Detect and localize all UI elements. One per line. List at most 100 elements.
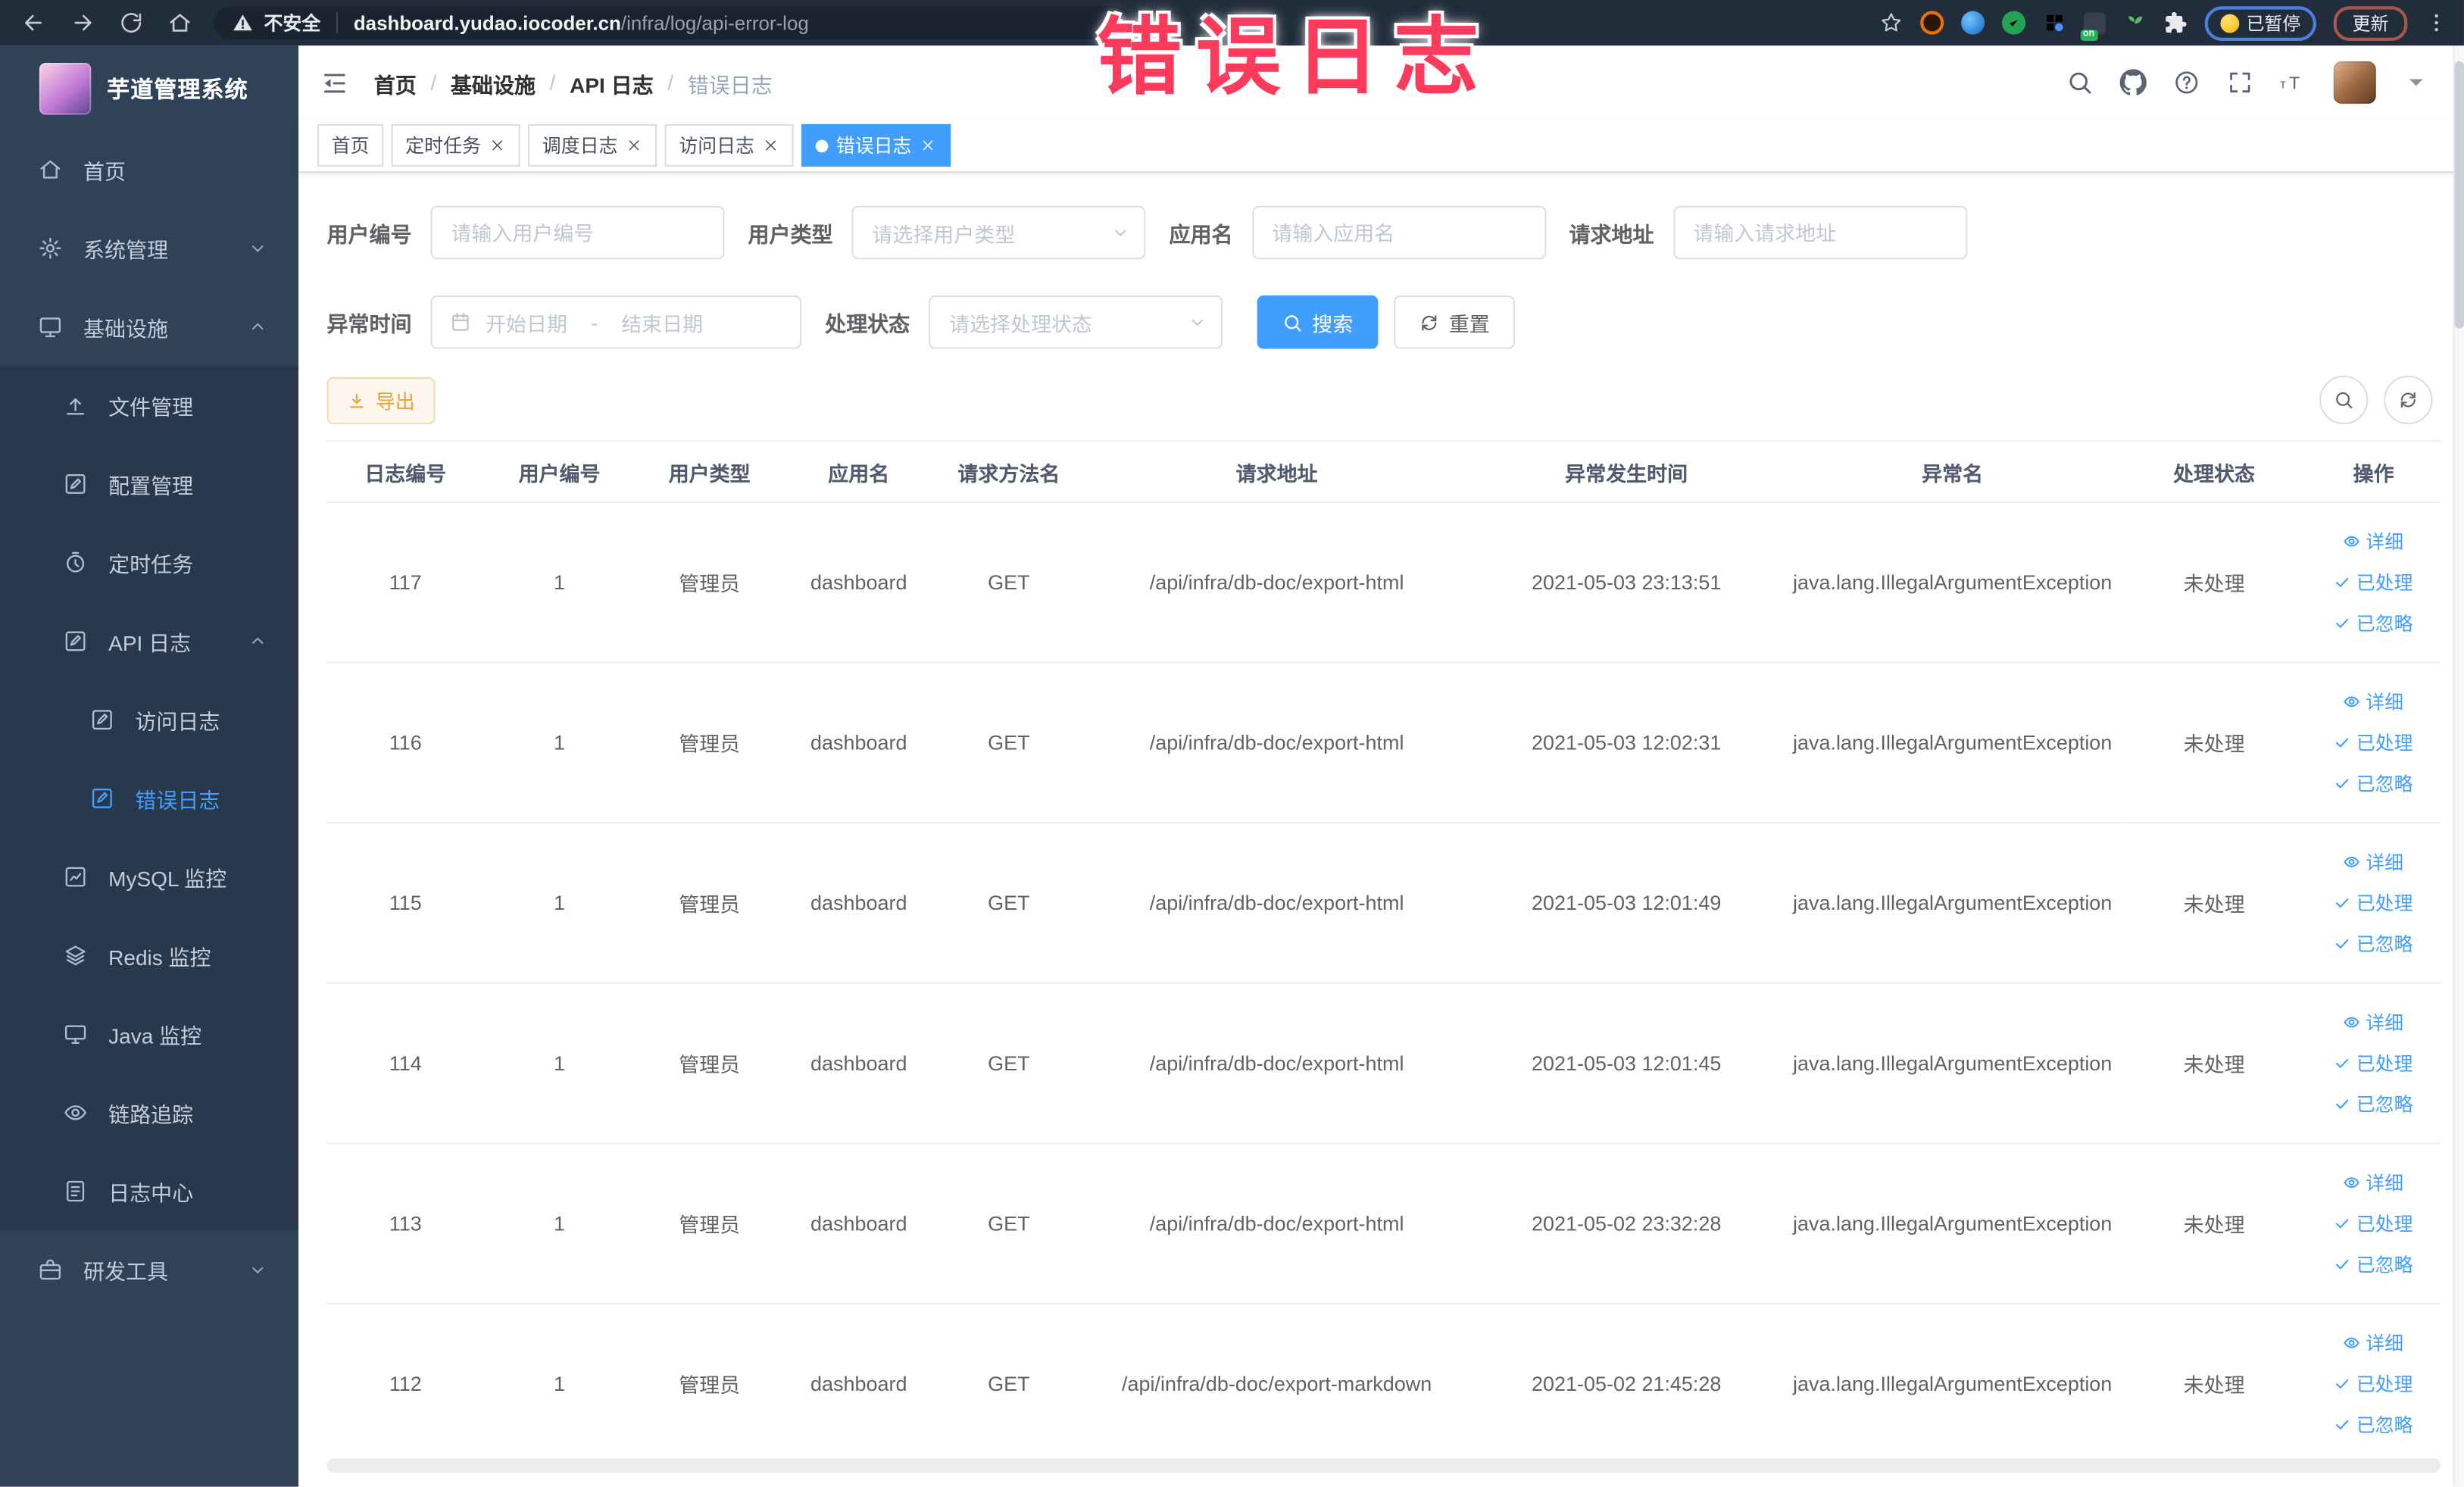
processed-link[interactable]: 已处理	[2334, 1210, 2413, 1236]
export-button[interactable]: 导出	[326, 376, 436, 424]
sidebar-item-error-log[interactable]: 错误日志	[0, 759, 299, 838]
url-text[interactable]: dashboard.yudao.iocoder.cn/infra/log/api…	[354, 12, 809, 34]
sidebar-item-infrastructure[interactable]: 基础设施	[0, 288, 298, 367]
sidebar-item-home[interactable]: 首页	[0, 130, 298, 209]
cell-exception: java.lang.IllegalArgumentException	[1783, 1143, 2122, 1304]
extension-icon-green-check[interactable]	[2001, 11, 2025, 35]
ignored-link[interactable]: 已忽略	[2334, 930, 2413, 957]
processed-link[interactable]: 已处理	[2334, 569, 2413, 595]
forward-icon[interactable]	[70, 11, 94, 35]
ignored-link[interactable]: 已忽略	[2334, 1411, 2413, 1438]
sidebar-item-java-monitor[interactable]: Java 监控	[0, 995, 299, 1073]
address-bar[interactable]: 不安全 dashboard.yudao.iocoder.cn/infra/log…	[214, 6, 1132, 39]
github-icon[interactable]	[2119, 69, 2147, 95]
extensions-puzzle-icon[interactable]	[2163, 11, 2187, 35]
sidebar-item-mysql-monitor[interactable]: MySQL 监控	[0, 837, 299, 917]
monitor-icon	[38, 314, 63, 339]
processed-link[interactable]: 已处理	[2334, 729, 2413, 756]
sidebar-item-api-log[interactable]: API 日志	[0, 601, 299, 681]
upload-icon	[63, 393, 88, 418]
extension-icon-orange-ring[interactable]	[1919, 11, 1944, 35]
search-icon[interactable]	[2066, 69, 2093, 95]
reload-icon[interactable]	[120, 11, 143, 35]
sidebar-item-redis-monitor[interactable]: Redis 监控	[0, 916, 299, 995]
sidebar-item-config-management[interactable]: 配置管理	[0, 445, 299, 523]
detail-link[interactable]: 详细	[2344, 1170, 2403, 1196]
user-menu-caret-icon[interactable]	[2403, 69, 2429, 95]
processed-link[interactable]: 已处理	[2334, 1370, 2413, 1397]
log-icon	[89, 708, 114, 733]
user-id-input[interactable]	[430, 205, 725, 260]
check-icon	[2334, 1416, 2352, 1433]
app-name-input[interactable]	[1251, 205, 1546, 260]
toggle-search-button[interactable]	[2319, 375, 2369, 425]
breadcrumb-item[interactable]: API 日志	[570, 67, 654, 98]
ignored-link[interactable]: 已忽略	[2334, 770, 2413, 797]
page-scrollbar[interactable]	[2453, 45, 2464, 1487]
bookmark-star-icon[interactable]	[1878, 11, 1902, 35]
reset-button[interactable]: 重置	[1394, 295, 1515, 349]
detail-link[interactable]: 详细	[2344, 528, 2403, 555]
sidebar-item-access-log[interactable]: 访问日志	[0, 680, 299, 760]
sidebar-item-scheduled-tasks[interactable]: 定时任务	[0, 523, 299, 602]
request-url-input[interactable]	[1672, 205, 1967, 260]
table-horizontal-scrollbar[interactable]	[326, 1458, 2441, 1473]
ignored-link[interactable]: 已忽略	[2334, 610, 2413, 636]
breadcrumb-item[interactable]: 基础设施	[451, 67, 536, 98]
home-icon[interactable]	[168, 11, 192, 35]
tab-home[interactable]: 首页	[317, 123, 384, 167]
extension-icon-blue[interactable]	[1960, 11, 1985, 35]
date-range-picker[interactable]: 开始日期 - 结束日期	[430, 295, 802, 349]
close-icon[interactable]	[762, 136, 779, 154]
browser-menu-dots-icon[interactable]	[2425, 11, 2448, 35]
refresh-table-button[interactable]	[2384, 375, 2433, 425]
user-avatar[interactable]	[2333, 61, 2376, 104]
cell-time: 2021-05-02 21:45:28	[1469, 1303, 1784, 1465]
tab-schedule-log[interactable]: 调度日志	[528, 123, 657, 167]
ignored-link[interactable]: 已忽略	[2334, 1251, 2413, 1277]
close-icon[interactable]	[920, 136, 937, 154]
table-row: 113 1 管理员 dashboard GET/api/infra/db-doc/exp…	[326, 1143, 2441, 1304]
cell-status: 未处理	[2121, 501, 2307, 664]
sidebar-item-log-center[interactable]: 日志中心	[0, 1151, 299, 1231]
search-button[interactable]: 搜索	[1257, 295, 1379, 349]
detail-link[interactable]: 详细	[2344, 848, 2403, 875]
font-size-icon[interactable]: тT	[2280, 69, 2306, 95]
detail-link[interactable]: 详细	[2344, 1329, 2403, 1356]
detail-link[interactable]: 详细	[2344, 689, 2403, 715]
processed-link[interactable]: 已处理	[2334, 1050, 2413, 1076]
browser-update-button[interactable]: 更新	[2333, 5, 2408, 40]
sidebar-item-file-management[interactable]: 文件管理	[0, 366, 299, 445]
security-label[interactable]: 不安全	[264, 9, 321, 36]
warning-icon[interactable]	[233, 13, 253, 33]
processed-link[interactable]: 已处理	[2334, 889, 2413, 916]
cell-app-name: dashboard	[784, 823, 934, 984]
paused-extension-pill[interactable]: 已暂停	[2203, 5, 2316, 40]
extension-icon-dark-on[interactable]: on	[2079, 11, 2105, 40]
back-icon[interactable]	[22, 11, 45, 35]
close-icon[interactable]	[489, 136, 506, 154]
scrollbar-thumb[interactable]	[2454, 61, 2464, 329]
fullscreen-icon[interactable]	[2227, 69, 2253, 95]
tab-scheduled-tasks[interactable]: 定时任务	[391, 123, 520, 167]
help-icon[interactable]	[2173, 69, 2200, 95]
close-icon[interactable]	[626, 136, 643, 154]
tab-access-log[interactable]: 访问日志	[664, 123, 794, 167]
breadcrumb-item[interactable]: 首页	[374, 67, 417, 98]
breadcrumb: 首页 / 基础设施 / API 日志 / 错误日志	[374, 67, 773, 98]
tab-label: 定时任务	[405, 135, 481, 158]
extension-icon-sprout[interactable]	[2122, 11, 2146, 35]
sidebar-item-dev-tools[interactable]: 研发工具	[0, 1230, 298, 1309]
tab-label: 调度日志	[542, 135, 618, 158]
sidebar-item-trace[interactable]: 链路追踪	[0, 1073, 299, 1152]
ignored-link[interactable]: 已忽略	[2334, 1091, 2413, 1117]
extension-icon-grid[interactable]	[2042, 11, 2066, 35]
detail-link[interactable]: 详细	[2344, 1009, 2403, 1036]
user-type-select[interactable]: 请选择用户类型	[851, 205, 1146, 260]
process-status-select[interactable]: 请选择处理状态	[929, 295, 1223, 349]
sidebar-item-system-management[interactable]: 系统管理	[0, 209, 298, 288]
sidebar-collapse-icon[interactable]	[320, 68, 348, 96]
tab-error-log[interactable]: 错误日志	[801, 123, 951, 167]
app-logo[interactable]: 芋道管理系统	[0, 45, 298, 130]
cell-exception: java.lang.IllegalArgumentException	[1783, 501, 2122, 664]
